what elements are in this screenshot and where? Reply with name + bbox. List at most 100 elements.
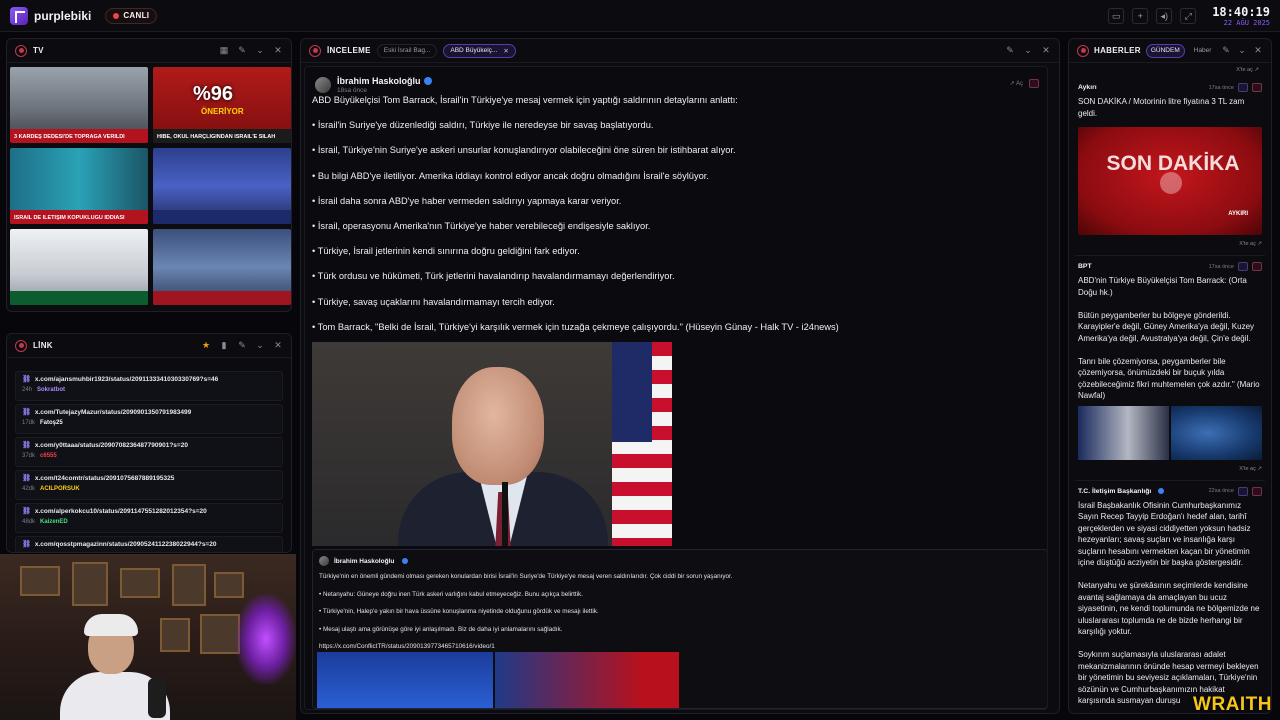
edit-icon[interactable]: ✎: [237, 340, 247, 351]
save-icon[interactable]: [1238, 486, 1248, 496]
post-author[interactable]: İbrahim Haskoloğlu: [337, 76, 421, 86]
tab-abd-buyukelci[interactable]: ABD Büyükelç... ✕: [443, 43, 516, 58]
tab-eski-israil[interactable]: Eski İsrail Bag...: [376, 43, 438, 58]
news-text: İsrail Başbakanlık Ofisinin Cumhurbaşkan…: [1078, 500, 1260, 706]
bookmark-icon[interactable]: [1029, 79, 1039, 88]
open-post-link[interactable]: ↗ Aç: [1010, 80, 1023, 87]
chevron-down-icon[interactable]: ⌄: [255, 340, 265, 351]
open-in-x-link[interactable]: X'te aç ↗: [1078, 466, 1262, 472]
link-url[interactable]: x.com/qosstpmagazinn/status/209052411223…: [35, 541, 217, 548]
post-line: • İsrail'in Suriye'ye düzenlediği saldır…: [312, 120, 654, 131]
quoted-video-thumb[interactable]: [495, 652, 679, 708]
link-chain-icon: ⛓: [22, 442, 31, 449]
avatar[interactable]: [315, 76, 331, 93]
news-source: Aykırı: [1078, 84, 1097, 91]
tv-thumbnail[interactable]: [153, 148, 291, 224]
post-body: ABD Büyükelçisi Tom Barrack, İsrail'in T…: [312, 95, 1042, 347]
close-icon[interactable]: ✕: [273, 45, 283, 56]
news-image[interactable]: [1078, 405, 1169, 460]
quoted-link[interactable]: https://x.com/ConflictTR/status/20901397…: [319, 643, 1041, 650]
quoted-author[interactable]: İbrahim Haskoloğlu: [334, 558, 394, 565]
chevron-down-icon[interactable]: ⌄: [255, 45, 265, 56]
post-line: • İsrail daha sonra ABD'ye haber vermede…: [312, 195, 622, 206]
save-icon[interactable]: [1238, 83, 1248, 92]
tab-haber[interactable]: Haber: [1190, 44, 1216, 58]
news-text: ABD'nin Türkiye Büyükelçisi Tom Barrack:…: [1078, 276, 1260, 400]
microphone-icon: [148, 678, 166, 718]
link-icon: [15, 339, 27, 352]
post-photo[interactable]: [312, 342, 672, 546]
link-user: c6555: [40, 453, 57, 459]
link-panel: LİNK ★ ▮ ✎ ⌄ ✕ ⛓ x.com/ajansmuhbir1923/st…: [6, 333, 292, 553]
news-image[interactable]: SON DAKİKA AYKIRI: [1078, 127, 1262, 235]
close-icon[interactable]: ✕: [1253, 45, 1263, 56]
tv-thumbnail[interactable]: [153, 229, 291, 305]
open-in-x-link[interactable]: X'te aç ↗: [1078, 241, 1262, 247]
link-age: 48dk: [22, 519, 36, 525]
chevron-down-icon[interactable]: ⌄: [1023, 45, 1033, 56]
wall-frame: [20, 566, 60, 596]
close-icon[interactable]: ✕: [273, 340, 283, 351]
link-url[interactable]: x.com/TutejazyMazur/status/2090901350791…: [35, 409, 191, 416]
chevron-down-icon[interactable]: ⌄: [1237, 45, 1247, 56]
trash-icon[interactable]: ▮: [219, 340, 229, 351]
tv-thumbnail[interactable]: %96 ÖNERİYOR HİBE, OKUL HARÇLIĞINDAN İSR…: [153, 67, 291, 143]
link-url[interactable]: x.com/t24comtr/status/209107568788919532…: [35, 475, 175, 482]
link-item[interactable]: ⛓ x.com/t24comtr/status/20910756878891953…: [15, 470, 283, 500]
link-item[interactable]: ⛓ x.com/TutejazyMazur/status/209090135079…: [15, 404, 283, 434]
quoted-post[interactable]: İbrahim Haskoloğlu Türkiye'nin en önemli…: [312, 549, 1047, 709]
news-image[interactable]: [1171, 405, 1262, 460]
grid-icon[interactable]: ▦: [219, 45, 229, 56]
verified-icon: [1158, 488, 1165, 494]
app-logo-icon[interactable]: [10, 6, 28, 25]
avatar[interactable]: [319, 556, 329, 566]
tv-thumbnail[interactable]: İSRAİL DE İLETİŞİM KOPUKLUĞU İDDİASI: [10, 148, 148, 224]
live-label: CANLI: [123, 11, 150, 20]
news-item[interactable]: T.C. İletişim Başkanlığı 22sa önce İsrai…: [1075, 481, 1265, 714]
add-icon[interactable]: +: [1132, 8, 1149, 24]
link-item[interactable]: ⛓ x.com/y0ttaaa/status/209070823648779090…: [15, 437, 283, 467]
volume-icon[interactable]: ◂): [1156, 8, 1173, 24]
live-badge[interactable]: CANLI: [105, 7, 158, 24]
app-name: purplebiki: [34, 8, 92, 23]
post-line: ABD Büyükelçisi Tom Barrack, İsrail'in T…: [312, 95, 738, 105]
link-item[interactable]: ⛓ x.com/qosstpmagazinn/status/20905241122…: [15, 536, 283, 552]
post-line: • İsrail, Türkiye'nin Suriye'ye askeri u…: [312, 145, 736, 156]
link-panel-title: LİNK: [33, 341, 53, 350]
link-user: KaizenED: [40, 519, 68, 525]
close-icon[interactable]: ✕: [1041, 45, 1051, 56]
tv-thumbnail[interactable]: [10, 229, 148, 305]
bookmark-icon[interactable]: [1252, 83, 1262, 92]
star-icon[interactable]: ★: [201, 340, 211, 351]
edit-icon[interactable]: ✎: [1005, 45, 1015, 56]
link-user: Fatoş25: [40, 420, 63, 426]
save-icon[interactable]: [1238, 262, 1248, 271]
link-age: 17dk: [22, 420, 36, 426]
link-item[interactable]: ⛓ x.com/alperkokcu10/status/2091147551282…: [15, 503, 283, 533]
tv-grid: 3 KARDEŞ DEDESİ'DE TOPRAĞA VERİLDİ %96 Ö…: [10, 67, 291, 305]
play-icon[interactable]: [1160, 172, 1182, 194]
quoted-line: • Türkiye'nin, Halep'e yakın bir hava üs…: [319, 608, 599, 616]
podium-mic: [502, 482, 508, 546]
link-age: 24h: [22, 387, 33, 393]
close-tab-icon[interactable]: ✕: [503, 47, 508, 55]
open-in-x-link[interactable]: X'te aç ↗: [1069, 67, 1259, 73]
link-url[interactable]: x.com/ajansmuhbir1923/status/20911333410…: [35, 376, 218, 383]
tab-gundem[interactable]: GÜNDEM: [1145, 43, 1185, 58]
fullscreen-icon[interactable]: ⤢: [1180, 8, 1197, 24]
news-item[interactable]: BPT 17sa önce ABD'nin Türkiye Büyükelçis…: [1075, 256, 1265, 481]
purple-light: [236, 594, 296, 684]
quoted-video-thumb[interactable]: [317, 652, 493, 708]
edit-icon[interactable]: ✎: [1221, 45, 1231, 56]
live-dot-icon: [113, 12, 120, 19]
link-item[interactable]: ⛓ x.com/ajansmuhbir1923/status/2091133341…: [15, 371, 283, 401]
link-url[interactable]: x.com/y0ttaaa/status/2090708236487790901…: [35, 442, 188, 449]
tv-thumbnail[interactable]: 3 KARDEŞ DEDESİ'DE TOPRAĞA VERİLDİ: [10, 67, 148, 143]
bookmark-icon[interactable]: [1252, 262, 1262, 271]
link-url[interactable]: x.com/alperkokcu10/status/20911475512820…: [35, 508, 207, 515]
news-item[interactable]: Aykırı 17sa önce SON DAKİKA / Motorinin …: [1075, 77, 1265, 256]
edit-icon[interactable]: ✎: [237, 45, 247, 56]
monitor-icon[interactable]: ▭: [1108, 8, 1125, 24]
wall-frame: [120, 568, 160, 598]
bookmark-icon[interactable]: [1252, 486, 1262, 496]
